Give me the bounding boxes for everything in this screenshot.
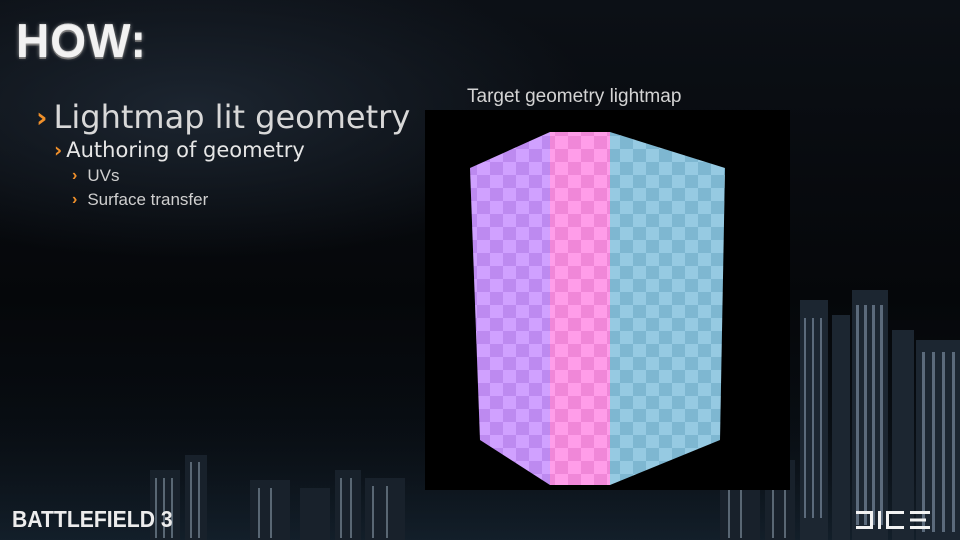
box-face-front-checker (550, 132, 610, 485)
bullet-level2: › Authoring of geometry (54, 138, 410, 162)
bullet-list: › Lightmap lit geometry › Authoring of g… (36, 98, 410, 210)
slide: HOW: › Lightmap lit geometry › Authoring… (0, 0, 960, 540)
bullet-level2-text: Authoring of geometry (66, 138, 305, 162)
chevron-right-icon: › (72, 191, 78, 208)
chevron-right-icon: › (36, 100, 48, 134)
bullet-level3-text: Surface transfer (87, 190, 209, 209)
bullet-level3-text: UVs (87, 166, 120, 185)
box-face-right-checker (610, 132, 725, 485)
bullet-level1-text: Lightmap lit geometry (53, 98, 411, 136)
battlefield-3-logo: BATTLEFIELD 3 (12, 506, 173, 532)
bullet-level1: › Lightmap lit geometry (36, 98, 410, 136)
checkered-box-render (470, 132, 725, 485)
box-face-left-checker (470, 132, 550, 485)
lightmap-figure (425, 110, 790, 490)
slide-title: HOW: (16, 15, 147, 67)
bullet-level3-surface-transfer: › Surface transfer (72, 190, 410, 210)
dice-logo (856, 509, 946, 535)
chevron-right-icon: › (72, 167, 78, 184)
chevron-right-icon: › (54, 138, 63, 162)
bullet-level3-uvs: › UVs (72, 166, 410, 186)
figure-caption: Target geometry lightmap (467, 86, 682, 107)
